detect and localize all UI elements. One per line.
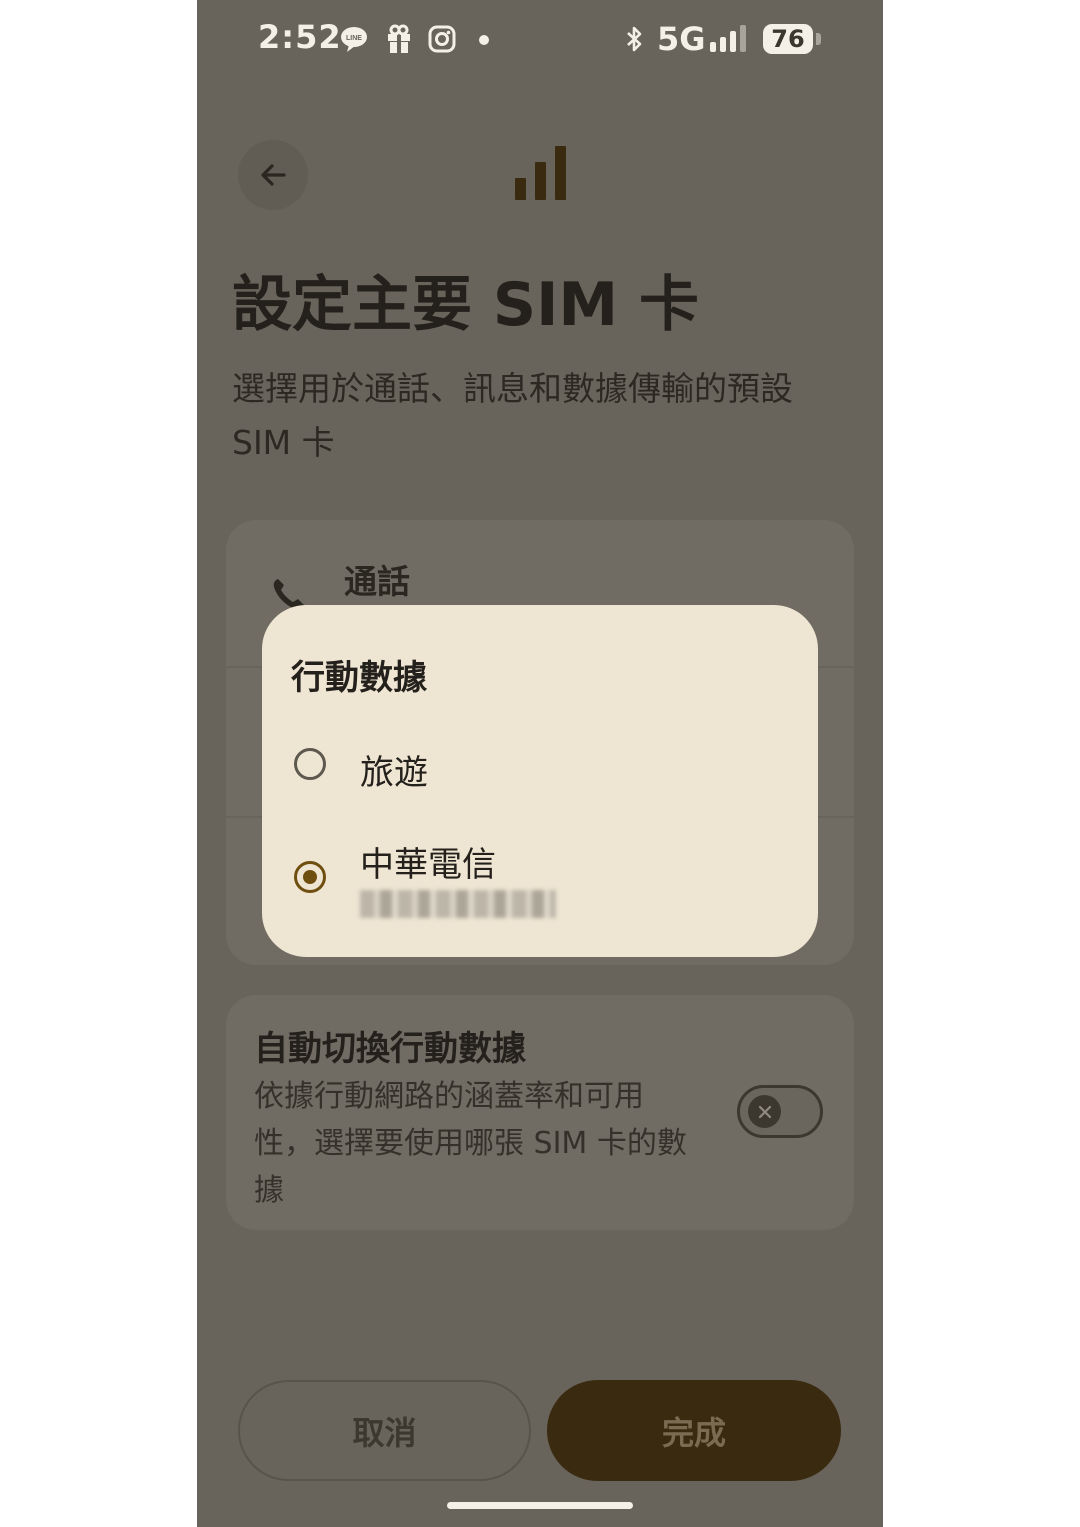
battery-icon: 76 — [763, 24, 813, 54]
radio-option-chunghwa[interactable] — [294, 861, 326, 893]
done-button[interactable]: 完成 — [547, 1380, 841, 1481]
option-label-travel[interactable]: 旅遊 — [360, 745, 428, 794]
svg-text:LINE: LINE — [346, 35, 362, 42]
auto-switch-card: 自動切換行動數據 依據行動網路的涵蓋率和可用性，選擇要使用哪張 SIM 卡的數據 — [226, 995, 854, 1230]
toggle-knob — [748, 1095, 781, 1128]
network-type: 5G — [657, 20, 706, 58]
radio-selected-dot — [303, 870, 317, 884]
radio-option-travel[interactable] — [294, 748, 326, 780]
status-bar: 2:52 LINE 5G 76 — [197, 0, 883, 80]
back-button[interactable] — [238, 140, 308, 210]
bluetooth-icon — [627, 26, 642, 52]
cancel-button[interactable]: 取消 — [238, 1380, 531, 1481]
mobile-data-dialog: 行動數據 旅遊 中華電信 — [262, 605, 818, 957]
dialog-title: 行動數據 — [291, 658, 427, 698]
instagram-icon — [428, 25, 456, 53]
cell-signal-icon — [710, 25, 746, 52]
phone-screen: 2:52 LINE 5G 76 設定主要 SIM 卡 選擇用於通話、訊息和數據傳… — [197, 0, 883, 1527]
calls-setting-label: 通話 — [344, 562, 410, 601]
battery-tip — [816, 33, 821, 45]
home-indicator[interactable] — [447, 1502, 633, 1509]
line-app-icon: LINE — [341, 27, 367, 52]
page-title: 設定主要 SIM 卡 — [232, 270, 700, 340]
status-time: 2:52 — [258, 18, 342, 56]
option-label-chunghwa[interactable]: 中華電信 — [360, 837, 496, 886]
arrow-back-icon — [261, 164, 286, 186]
more-notifications-icon — [479, 35, 489, 45]
gift-icon — [388, 24, 410, 53]
close-icon — [758, 1105, 771, 1118]
redacted-phone-number — [360, 890, 556, 918]
cell-signal-header-icon — [515, 146, 566, 200]
auto-switch-toggle[interactable] — [737, 1085, 823, 1138]
auto-switch-description: 依據行動網路的涵蓋率和可用性，選擇要使用哪張 SIM 卡的數據 — [254, 1079, 687, 1208]
page-subtitle: 選擇用於通話、訊息和數據傳輸的預設 SIM 卡 — [232, 369, 793, 462]
auto-switch-title: 自動切換行動數據 — [254, 1029, 526, 1069]
